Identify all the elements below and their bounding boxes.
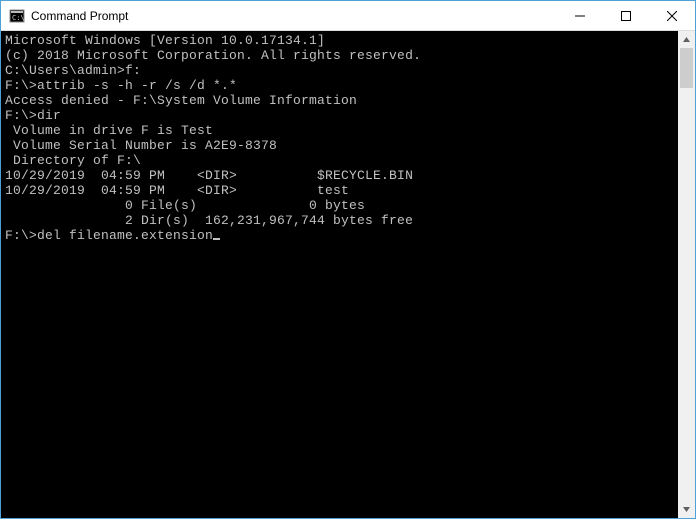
maximize-button[interactable] (603, 1, 649, 30)
scroll-thumb[interactable] (680, 48, 693, 88)
titlebar[interactable]: C:\ Command Prompt (1, 1, 695, 31)
window-controls (557, 1, 695, 30)
scroll-track[interactable] (678, 48, 695, 501)
terminal-output[interactable]: Microsoft Windows [Version 10.0.17134.1]… (1, 31, 678, 518)
vertical-scrollbar[interactable] (678, 31, 695, 518)
terminal-line: Volume in drive F is Test (5, 123, 678, 138)
terminal-line: F:\>del filename.extension (5, 228, 678, 243)
scroll-down-button[interactable] (678, 501, 695, 518)
terminal-line: Directory of F:\ (5, 153, 678, 168)
terminal-line: 10/29/2019 04:59 PM <DIR> $RECYCLE.BIN (5, 168, 678, 183)
app-icon: C:\ (9, 8, 25, 24)
scroll-up-button[interactable] (678, 31, 695, 48)
terminal-line: 2 Dir(s) 162,231,967,744 bytes free (5, 213, 678, 228)
window-frame: C:\ Command Prompt Microsoft Windows [Ve… (0, 0, 696, 519)
terminal-line: (c) 2018 Microsoft Corporation. All righ… (5, 48, 678, 63)
window-title: Command Prompt (31, 9, 128, 23)
terminal-line: Volume Serial Number is A2E9-8378 (5, 138, 678, 153)
terminal-line: C:\Users\admin>f: (5, 63, 678, 78)
terminal-line: F:\>dir (5, 108, 678, 123)
text-cursor (213, 238, 220, 240)
terminal-line: 10/29/2019 04:59 PM <DIR> test (5, 183, 678, 198)
minimize-button[interactable] (557, 1, 603, 30)
svg-text:C:\: C:\ (12, 14, 25, 22)
terminal-line: 0 File(s) 0 bytes (5, 198, 678, 213)
terminal-line: Access denied - F:\System Volume Informa… (5, 93, 678, 108)
terminal-line: F:\>attrib -s -h -r /s /d *.* (5, 78, 678, 93)
terminal-line: Microsoft Windows [Version 10.0.17134.1] (5, 33, 678, 48)
close-button[interactable] (649, 1, 695, 30)
client-area: Microsoft Windows [Version 10.0.17134.1]… (1, 31, 695, 518)
